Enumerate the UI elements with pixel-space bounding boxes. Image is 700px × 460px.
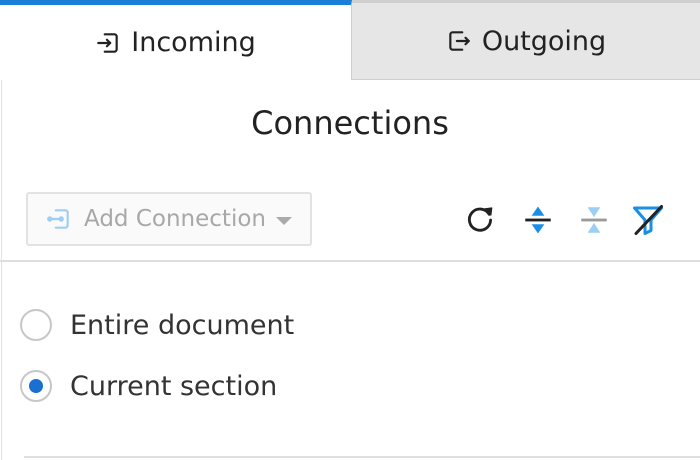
collapse-icon[interactable]: [574, 200, 614, 240]
connections-toolbar: Add Connection: [0, 190, 700, 250]
tab-incoming[interactable]: Incoming: [0, 0, 352, 80]
tab-bar: Incoming Outgoing: [0, 0, 700, 80]
refresh-icon[interactable]: [460, 200, 500, 240]
radio-label: Current section: [70, 370, 278, 402]
radio-entire-document[interactable]: Entire document: [20, 305, 294, 345]
divider-bottom: [24, 456, 700, 458]
filter-off-icon[interactable]: [628, 200, 668, 240]
tab-outgoing-label: Outgoing: [481, 25, 607, 57]
add-connection-button[interactable]: Add Connection: [26, 192, 312, 246]
tab-incoming-label: Incoming: [131, 27, 256, 58]
tab-outgoing[interactable]: Outgoing: [352, 0, 700, 80]
radio-label: Entire document: [70, 309, 295, 341]
radio-button[interactable]: [20, 309, 52, 341]
sign-out-icon: [446, 28, 472, 54]
chevron-down-icon: [275, 216, 292, 225]
sign-in-icon: [95, 30, 121, 56]
radio-current-section[interactable]: Current section: [20, 366, 277, 406]
radio-button-checked[interactable]: [20, 370, 52, 402]
expand-icon[interactable]: [518, 200, 558, 240]
panel-title: Connections: [251, 104, 449, 142]
divider: [0, 260, 700, 262]
add-connection-icon: [46, 206, 72, 232]
add-connection-label: Add Connection: [84, 206, 266, 232]
